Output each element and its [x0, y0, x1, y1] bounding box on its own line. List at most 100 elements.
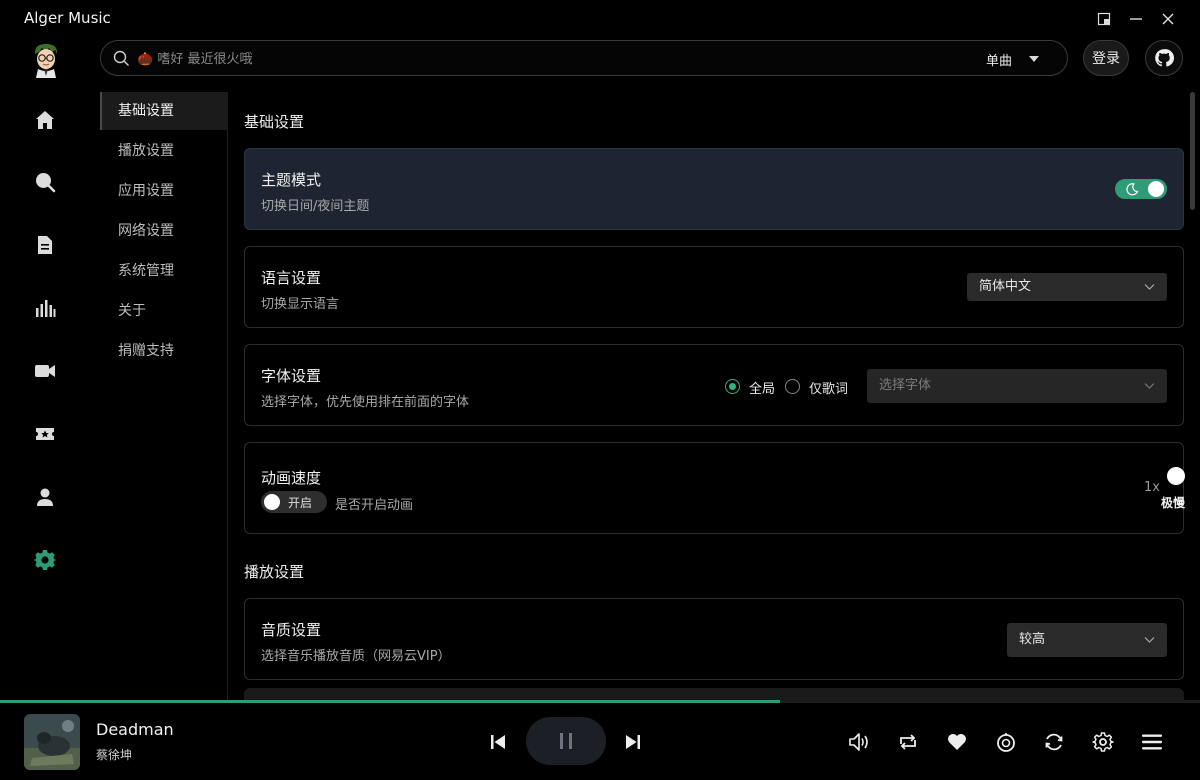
close-icon: [1162, 13, 1174, 25]
volume-icon: [849, 733, 868, 751]
language-title: 语言设置: [261, 269, 322, 287]
title-bar: Alger Music: [0, 0, 1200, 36]
github-icon: [1155, 49, 1174, 67]
theme-toggle[interactable]: [1115, 179, 1167, 199]
font-select-placeholder: 选择字体: [879, 378, 932, 393]
animation-desc: 是否开启动画: [335, 498, 414, 513]
playlist-menu-button[interactable]: [1140, 730, 1164, 754]
home-icon: [36, 111, 54, 129]
user-icon: [37, 488, 53, 506]
toggle-knob: [264, 494, 280, 510]
font-setting-card: 字体设置 选择字体，优先使用排在前面的字体 全局 仅歌词 选择字体: [244, 344, 1184, 426]
font-scope-lyrics-radio[interactable]: [785, 379, 800, 394]
next-button[interactable]: [622, 731, 644, 753]
settings-nav-playback[interactable]: 播放设置: [100, 132, 228, 170]
app-title: Alger Music: [24, 9, 111, 27]
font-scope-global-radio[interactable]: [725, 379, 740, 394]
font-select[interactable]: 选择字体: [867, 369, 1167, 403]
settings-nav-system[interactable]: 系统管理: [100, 252, 228, 290]
animation-speed-label: 极慢: [1161, 496, 1185, 510]
animation-toggle[interactable]: 开启: [261, 491, 327, 513]
ticket-star-icon: [36, 428, 54, 440]
theme-setting-card: 主题模式 切换日间/夜间主题: [244, 148, 1184, 230]
pause-icon: [560, 733, 572, 749]
minimize-icon: [1130, 18, 1142, 20]
quality-setting-card: 音质设置 选择音乐播放音质（网易云VIP） 较高: [244, 598, 1184, 680]
menu-icon: [1142, 734, 1162, 750]
section-title-playback: 播放设置: [244, 563, 305, 581]
settings-nav-about[interactable]: 关于: [100, 292, 228, 330]
language-desc: 切换显示语言: [261, 297, 340, 312]
font-scope-lyrics-label: 仅歌词: [809, 382, 849, 397]
quality-select[interactable]: 较高: [1007, 623, 1167, 657]
animation-title: 动画速度: [261, 469, 322, 487]
next-icon: [626, 735, 640, 749]
nav-search[interactable]: [33, 170, 57, 194]
volume-button[interactable]: [847, 730, 871, 754]
avatar-image: [34, 44, 58, 78]
animation-speed-slider-handle[interactable]: [1167, 467, 1185, 485]
quality-value: 较高: [1019, 632, 1046, 647]
previous-button[interactable]: [487, 731, 509, 753]
mini-mode-button[interactable]: [1095, 10, 1113, 28]
font-scope-global-label: 全局: [749, 382, 776, 397]
theme-title: 主题模式: [261, 171, 322, 189]
section-title-basic: 基础设置: [244, 113, 305, 131]
heart-icon: [948, 734, 966, 750]
settings-content: 基础设置 主题模式 切换日间/夜间主题 语言设置 切换显示语言 简体中文 字体设…: [228, 92, 1200, 700]
nav-home[interactable]: [33, 108, 57, 132]
search-bar[interactable]: 单曲: [100, 40, 1068, 76]
repeat-button[interactable]: [896, 730, 920, 754]
settings-nav-application[interactable]: 应用设置: [100, 172, 228, 210]
album-cover[interactable]: [24, 714, 80, 770]
search-icon: [113, 50, 129, 66]
language-select[interactable]: 简体中文: [967, 273, 1167, 301]
chevron-down-icon: [1144, 383, 1155, 389]
refresh-icon: [1045, 733, 1063, 751]
mini-window-icon: [1097, 12, 1111, 26]
toggle-knob: [1148, 181, 1164, 197]
settings-nav-donate[interactable]: 捐赠支持: [100, 332, 228, 370]
search-type-select[interactable]: 单曲: [986, 50, 1012, 69]
quality-desc: 选择音乐播放音质（网易云VIP）: [261, 649, 451, 664]
login-button[interactable]: 登录: [1083, 40, 1129, 76]
chevron-down-icon: [1144, 284, 1155, 290]
settings-nav-basic[interactable]: 基础设置: [100, 92, 228, 130]
player-settings-button[interactable]: [1091, 730, 1115, 754]
nav-collection[interactable]: [33, 422, 57, 446]
avatar[interactable]: [28, 40, 64, 78]
previous-icon: [491, 735, 505, 749]
chevron-down-icon: [1144, 637, 1155, 643]
font-title: 字体设置: [261, 367, 322, 385]
repeat-icon: [900, 734, 916, 750]
nav-user[interactable]: [33, 485, 57, 509]
song-artist[interactable]: 蔡徐坤: [96, 746, 132, 763]
nav-video[interactable]: [33, 359, 57, 383]
refresh-button[interactable]: [1042, 730, 1066, 754]
language-value: 简体中文: [979, 279, 1032, 294]
song-title[interactable]: Deadman: [96, 720, 174, 739]
like-button[interactable]: [945, 730, 969, 754]
player-bar: Deadman 蔡徐坤: [0, 703, 1200, 780]
language-setting-card: 语言设置 切换显示语言 简体中文: [244, 246, 1184, 328]
github-button[interactable]: [1145, 40, 1183, 76]
search-icon: [36, 173, 56, 193]
gear-icon: [1092, 732, 1114, 752]
content-scrollbar[interactable]: [1190, 92, 1195, 210]
timer-button[interactable]: [994, 730, 1018, 754]
bar-chart-icon: [36, 300, 56, 317]
nav-charts[interactable]: [33, 296, 57, 320]
play-pause-button[interactable]: [526, 717, 606, 765]
album-cover-image: [24, 714, 80, 770]
timer-icon: [997, 733, 1015, 752]
nav-playlist[interactable]: [33, 233, 57, 257]
nav-settings[interactable]: [33, 548, 57, 572]
settings-nav-network[interactable]: 网络设置: [100, 212, 228, 250]
theme-desc: 切换日间/夜间主题: [261, 199, 370, 214]
animation-speed-value: 1x: [1144, 480, 1160, 495]
search-input[interactable]: [137, 49, 937, 69]
minimize-button[interactable]: [1127, 10, 1145, 28]
chevron-down-icon[interactable]: [1028, 55, 1040, 63]
close-button[interactable]: [1159, 10, 1177, 28]
settings-icon: [34, 550, 56, 570]
